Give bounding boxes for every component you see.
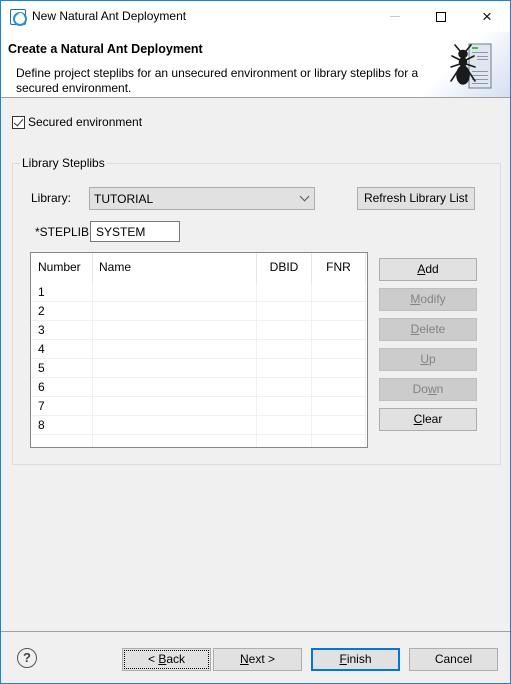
table-row[interactable]: 3	[31, 321, 367, 340]
cell-dbid	[257, 359, 312, 377]
cell-dbid	[257, 302, 312, 320]
table-row[interactable]: 4	[31, 340, 367, 359]
cell-number: 2	[31, 302, 93, 320]
cell-dbid	[257, 435, 312, 447]
cell-name	[93, 359, 257, 377]
library-label: Library:	[31, 191, 72, 205]
page-description: Define project steplibs for an unsecured…	[16, 66, 419, 95]
column-header-number[interactable]: Number	[31, 253, 93, 283]
steplib-label: *STEPLIB:	[35, 225, 93, 239]
cell-number: 8	[31, 416, 93, 434]
cell-fnr	[312, 435, 366, 447]
footer-divider	[1, 631, 510, 632]
steplib-input[interactable]	[90, 221, 180, 242]
cell-dbid	[257, 283, 312, 301]
delete-button[interactable]: Delete	[379, 318, 477, 341]
table-row[interactable]: 6	[31, 378, 367, 397]
table-row[interactable]: 5	[31, 359, 367, 378]
table-row[interactable]: 7	[31, 397, 367, 416]
refresh-library-list-button[interactable]: Refresh Library List	[357, 187, 475, 210]
finish-button[interactable]: Finish	[311, 648, 400, 671]
cell-name	[93, 378, 257, 396]
maximize-icon	[436, 11, 446, 22]
cell-dbid	[257, 340, 312, 358]
down-button[interactable]: Down	[379, 378, 477, 401]
cell-name	[93, 283, 257, 301]
cell-name	[93, 321, 257, 339]
steplib-table[interactable]: Number Name DBID FNR 12345678	[30, 252, 368, 448]
add-button[interactable]: Add	[379, 258, 477, 281]
secured-environment-checkbox[interactable]: Secured environment	[12, 115, 142, 129]
page-title: Create a Natural Ant Deployment	[8, 42, 203, 56]
cell-number: 5	[31, 359, 93, 377]
column-header-fnr[interactable]: FNR	[312, 253, 366, 283]
checkbox-checked[interactable]	[12, 115, 25, 129]
table-body: 12345678	[31, 283, 367, 447]
cell-dbid	[257, 416, 312, 434]
library-dropdown[interactable]: TUTORIAL	[89, 187, 315, 210]
cell-fnr	[312, 321, 366, 339]
minimize-button[interactable]	[372, 1, 418, 32]
modify-button[interactable]: Modify	[379, 288, 477, 311]
library-dropdown-value: TUTORIAL	[94, 192, 154, 206]
table-row[interactable]	[31, 435, 367, 447]
cell-number: 3	[31, 321, 93, 339]
ant-server-icon	[450, 43, 492, 89]
cell-number	[31, 435, 93, 447]
window-title: New Natural Ant Deployment	[32, 9, 187, 23]
app-icon	[10, 9, 27, 26]
cell-fnr	[312, 416, 366, 434]
secured-environment-label: Secured environment	[28, 115, 143, 129]
cell-name	[93, 416, 257, 434]
help-icon[interactable]: ?	[17, 648, 37, 668]
cell-dbid	[257, 397, 312, 415]
cell-number: 6	[31, 378, 93, 396]
cell-number: 1	[31, 283, 93, 301]
group-legend: Library Steplibs	[20, 156, 107, 170]
cell-name	[93, 397, 257, 415]
column-header-dbid[interactable]: DBID	[257, 253, 312, 283]
close-button[interactable]: ×	[464, 1, 510, 32]
minimize-icon	[390, 16, 400, 17]
cell-name	[93, 435, 257, 447]
title-bar: New Natural Ant Deployment ×	[1, 1, 510, 32]
table-header: Number Name DBID FNR	[31, 253, 367, 283]
up-button[interactable]: Up	[379, 348, 477, 371]
table-row[interactable]: 8	[31, 416, 367, 435]
chevron-down-icon	[299, 191, 310, 202]
cancel-button[interactable]: Cancel	[409, 648, 498, 671]
cell-fnr	[312, 340, 366, 358]
table-row[interactable]: 2	[31, 302, 367, 321]
next-button[interactable]: Next >	[213, 648, 302, 671]
cell-number: 4	[31, 340, 93, 358]
cell-number: 7	[31, 397, 93, 415]
wizard-window: New Natural Ant Deployment × Create a Na…	[0, 0, 511, 684]
cell-fnr	[312, 378, 366, 396]
cell-dbid	[257, 378, 312, 396]
cell-fnr	[312, 302, 366, 320]
cell-fnr	[312, 397, 366, 415]
cell-name	[93, 302, 257, 320]
wizard-header: Create a Natural Ant Deployment Define p…	[1, 32, 510, 98]
cell-name	[93, 340, 257, 358]
maximize-button[interactable]	[418, 1, 464, 32]
clear-button[interactable]: Clear	[379, 408, 477, 431]
cell-dbid	[257, 321, 312, 339]
back-button[interactable]: < Back	[122, 648, 211, 671]
column-header-name[interactable]: Name	[93, 253, 257, 283]
cell-fnr	[312, 359, 366, 377]
table-row[interactable]: 1	[31, 283, 367, 302]
close-icon: ×	[482, 6, 492, 26]
cell-fnr	[312, 283, 366, 301]
